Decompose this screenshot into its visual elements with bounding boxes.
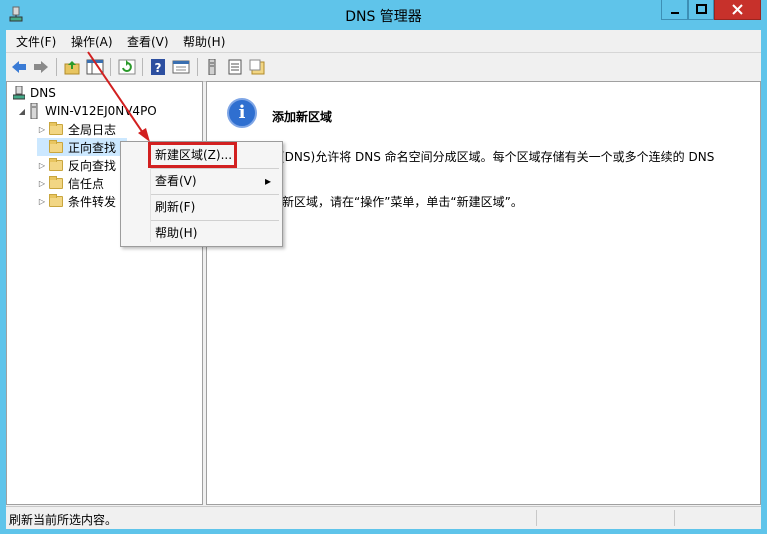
folder-icon — [49, 121, 63, 135]
detail-description: (DNS)允许将 DNS 命名空间分成区域。每个区域存储有关一个或多个连续的 D… — [280, 150, 715, 164]
tree-item-label: 全局日志 — [68, 122, 117, 137]
show-tree-button[interactable] — [86, 58, 104, 76]
window-title: DNS 管理器 — [345, 9, 422, 25]
menu-separator — [151, 168, 279, 169]
menu-help[interactable]: 帮助(H) — [183, 33, 225, 50]
refresh-button[interactable] — [118, 58, 136, 76]
tree-item-label: 正向查找 — [68, 140, 117, 155]
status-divider — [536, 510, 537, 526]
toolbar-separator — [110, 58, 111, 76]
close-icon — [732, 4, 743, 15]
minimize-button[interactable] — [661, 0, 688, 20]
menu-action[interactable]: 操作(A) — [71, 33, 113, 50]
expand-icon[interactable]: ▷ — [37, 197, 47, 206]
server-icon — [208, 59, 216, 75]
status-divider — [674, 510, 675, 526]
help-button[interactable]: ? — [149, 58, 167, 76]
tree-root-label: DNS — [30, 86, 56, 100]
status-text: 刷新当前所选内容。 — [9, 513, 118, 527]
expand-icon[interactable]: ▷ — [37, 179, 47, 188]
tree-item-label: 条件转发 — [68, 194, 117, 209]
menu-file[interactable]: 文件(F) — [16, 33, 56, 50]
tree-item-reverse-lookup[interactable]: ▷ 反向查找 — [37, 156, 116, 174]
context-view-label: 查看(V) — [155, 174, 197, 188]
show-tree-icon — [86, 59, 104, 75]
zone-icon — [249, 59, 265, 75]
refresh-icon — [118, 59, 136, 75]
up-folder-icon — [64, 61, 80, 75]
toolbar-separator — [197, 58, 198, 76]
server-button[interactable] — [203, 58, 221, 76]
list-icon — [228, 59, 242, 75]
status-bar: 刷新当前所选内容。 — [6, 506, 761, 529]
title-bar[interactable]: DNS 管理器 — [0, 0, 767, 30]
toolbar-separator — [56, 58, 57, 76]
info-icon: i — [227, 98, 257, 128]
maximize-icon — [696, 4, 707, 14]
dns-node-icon — [13, 86, 25, 100]
context-view[interactable]: 查看(V) ▸ — [122, 170, 279, 192]
forward-arrow-icon — [34, 61, 48, 73]
context-help[interactable]: 帮助(H) — [122, 222, 279, 244]
detail-instruction: 新区域，请在“操作”菜单，单击“新建区域”。 — [282, 195, 523, 209]
up-level-button[interactable] — [63, 58, 81, 76]
menu-separator — [151, 220, 279, 221]
tree-item-conditional-forwarders[interactable]: ▷ 条件转发 — [37, 192, 116, 210]
close-button[interactable] — [714, 0, 761, 20]
details-pane: i 添加新区域 (DNS)允许将 DNS 命名空间分成区域。每个区域存储有关一个… — [206, 81, 761, 505]
maximize-button[interactable] — [688, 0, 714, 20]
tree-item-forward-lookup[interactable]: 正向查找 — [37, 138, 127, 156]
menu-separator — [151, 194, 279, 195]
tree-item-trust-points[interactable]: ▷ 信任点 — [37, 174, 104, 192]
tree-item-label: 信任点 — [68, 176, 105, 191]
tree-item-label: 反向查找 — [68, 158, 117, 173]
highlight-box — [148, 142, 237, 168]
list-button[interactable] — [226, 58, 244, 76]
context-refresh[interactable]: 刷新(F) — [122, 196, 279, 218]
svg-text:?: ? — [155, 61, 162, 75]
help-icon: ? — [151, 59, 165, 75]
dns-manager-window: DNS 管理器 文件(F) 操作(A) 查看(V) 帮助(H) ? DNS ◢ … — [0, 0, 767, 534]
expand-icon[interactable]: ▷ — [37, 161, 47, 170]
minimize-icon — [671, 12, 679, 14]
tree-item-global-log[interactable]: ▷ 全局日志 — [37, 120, 116, 138]
toolbar: ? — [6, 52, 761, 82]
client-area: 文件(F) 操作(A) 查看(V) 帮助(H) ? DNS ◢ WIN-V12E… — [6, 30, 761, 529]
properties-icon — [172, 60, 190, 74]
back-button[interactable] — [10, 58, 28, 76]
toolbar-separator — [142, 58, 143, 76]
tree-server-node[interactable]: ◢ WIN-V12EJ0NV4PO — [17, 102, 157, 120]
detail-title: 添加新区域 — [272, 110, 333, 124]
menu-bar: 文件(F) 操作(A) 查看(V) 帮助(H) — [6, 30, 761, 51]
back-arrow-icon — [12, 61, 26, 73]
folder-icon — [49, 139, 63, 153]
menu-view[interactable]: 查看(V) — [127, 33, 169, 50]
folder-icon — [49, 175, 63, 189]
collapse-icon[interactable]: ◢ — [17, 107, 27, 116]
submenu-arrow-icon: ▸ — [264, 174, 271, 188]
folder-icon — [49, 157, 63, 171]
tree-server-label: WIN-V12EJ0NV4PO — [45, 104, 157, 118]
tree-root-dns[interactable]: DNS — [13, 84, 56, 102]
forward-button[interactable] — [32, 58, 50, 76]
zone-button[interactable] — [249, 58, 267, 76]
folder-icon — [49, 193, 63, 207]
server-node-icon — [30, 103, 38, 119]
expand-icon[interactable]: ▷ — [37, 125, 47, 134]
properties-button[interactable] — [172, 58, 190, 76]
